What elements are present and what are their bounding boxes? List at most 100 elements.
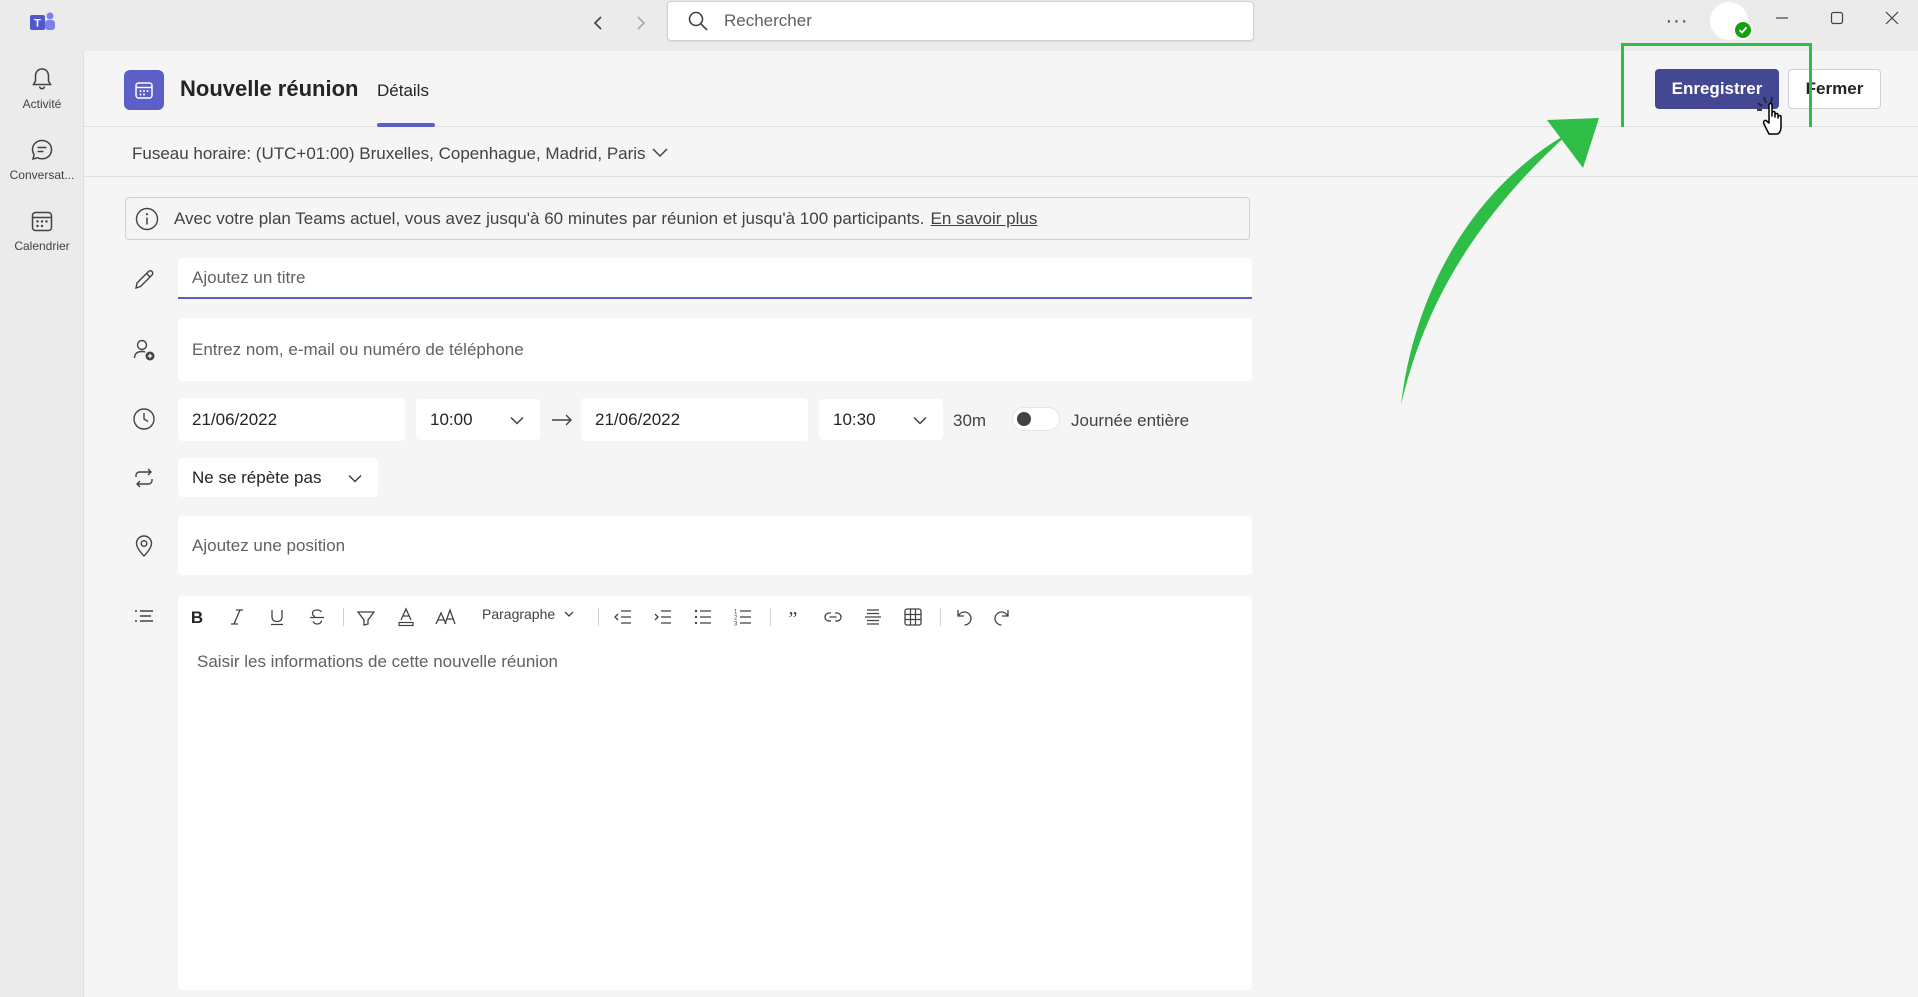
title-input[interactable]: Ajoutez un titre: [178, 258, 1252, 299]
font-size-button[interactable]: [433, 604, 459, 630]
back-button[interactable]: [586, 10, 612, 36]
formatting-toolbar: B Paragraphe 1 2 3 ”: [178, 596, 1252, 636]
location-pin-icon: [135, 535, 153, 557]
hand-cursor-icon: [1757, 96, 1782, 135]
presence-available-icon: [1733, 20, 1753, 40]
horizontal-line-button[interactable]: [860, 604, 886, 630]
attendees-placeholder: Entrez nom, e-mail ou numéro de téléphon…: [192, 339, 524, 359]
recurrence-value: Ne se répète pas: [192, 467, 322, 487]
link-icon: [824, 612, 842, 622]
tab-details[interactable]: Détails: [377, 81, 429, 101]
undo-button[interactable]: [950, 604, 976, 630]
svg-text:”: ”: [789, 608, 798, 627]
paragraph-style-dropdown[interactable]: Paragraphe: [482, 606, 575, 622]
arrow-right-icon: [552, 414, 572, 426]
start-date-picker[interactable]: 21/06/2022: [178, 398, 405, 441]
title-placeholder: Ajoutez un titre: [192, 267, 306, 287]
all-day-toggle[interactable]: [1012, 407, 1060, 431]
redo-icon: [994, 610, 1009, 626]
highlight-button[interactable]: [353, 604, 379, 630]
italic-icon: [231, 609, 243, 625]
increase-indent-button[interactable]: [650, 604, 676, 630]
chevron-down-icon: [510, 416, 524, 425]
pencil-icon: [135, 270, 154, 290]
chevron-down-icon: [564, 611, 574, 617]
calendar-icon: [31, 211, 53, 232]
svg-text:B: B: [191, 608, 203, 626]
close-icon: [1885, 11, 1899, 25]
decrease-indent-button[interactable]: [610, 604, 636, 630]
close-window-button[interactable]: [1877, 4, 1907, 32]
end-date-value: 21/06/2022: [595, 409, 681, 429]
attendees-input[interactable]: Entrez nom, e-mail ou numéro de téléphon…: [178, 318, 1252, 381]
numbered-list-icon: 123: [734, 610, 751, 627]
increase-indent-icon: [654, 610, 671, 624]
end-date-picker[interactable]: 21/06/2022: [581, 398, 808, 441]
bulleted-list-icon: [694, 609, 711, 625]
search-input[interactable]: Rechercher: [667, 1, 1254, 41]
svg-text:T: T: [34, 18, 41, 30]
forward-button[interactable]: [627, 10, 653, 36]
start-time-dropdown[interactable]: 10:00: [416, 399, 540, 440]
learn-more-link[interactable]: En savoir plus: [931, 209, 1038, 229]
bulleted-list-button[interactable]: [690, 604, 716, 630]
chevron-down-icon: [913, 416, 927, 425]
horizontal-line-icon: [865, 609, 881, 625]
highlighter-icon: [356, 611, 376, 626]
strikethrough-button[interactable]: [304, 604, 330, 630]
chevron-down-icon[interactable]: [650, 142, 670, 162]
end-time-value: 10:30: [833, 409, 876, 429]
app-rail: Activité Conversat... Calendrier: [0, 51, 84, 997]
info-icon: [135, 207, 159, 230]
toolbar-divider: [770, 608, 771, 626]
duration-label: 30m: [953, 411, 987, 430]
chat-icon: [31, 139, 53, 161]
rail-item-label: Activité: [22, 97, 62, 111]
more-options-button[interactable]: ···: [1662, 8, 1692, 34]
rail-item-chat[interactable]: Conversat...: [0, 130, 84, 192]
meeting-calendar-icon: [124, 70, 164, 110]
timezone-bar: Fuseau horaire: (UTC+01:00) Bruxelles, C…: [84, 127, 1918, 177]
strikethrough-icon: [310, 609, 324, 625]
underline-button[interactable]: [264, 604, 290, 630]
start-date-value: 21/06/2022: [192, 409, 278, 429]
font-color-button[interactable]: [393, 604, 419, 630]
quote-button[interactable]: ”: [780, 604, 806, 630]
rail-item-activity[interactable]: Activité: [0, 59, 84, 121]
editor-placeholder: Saisir les informations de cette nouvell…: [197, 652, 558, 671]
underline-icon: [271, 610, 283, 626]
table-button[interactable]: [900, 604, 926, 630]
rail-item-label: Calendrier: [14, 239, 70, 253]
search-icon: [688, 11, 708, 31]
end-time-dropdown[interactable]: 10:30: [819, 399, 943, 440]
chevron-right-icon: [637, 16, 646, 30]
italic-button[interactable]: [224, 604, 250, 630]
banner-text: Avec votre plan Teams actuel, vous avez …: [174, 208, 925, 228]
location-input[interactable]: Ajoutez une position: [178, 516, 1252, 575]
minimize-button[interactable]: [1767, 4, 1797, 32]
numbered-list-button[interactable]: 123: [730, 604, 756, 630]
annotation-arrow-icon: [1401, 118, 1599, 405]
add-person-icon: [133, 339, 155, 361]
bell-icon: [32, 68, 52, 90]
repeat-icon: [135, 468, 153, 488]
quote-icon: ”: [789, 608, 798, 627]
font-size-icon: [435, 608, 456, 625]
rail-item-label: Conversat...: [9, 168, 75, 182]
toolbar-divider: [598, 608, 599, 626]
redo-button[interactable]: [990, 604, 1016, 630]
chevron-down-icon: [348, 474, 362, 483]
link-button[interactable]: [820, 604, 846, 630]
maximize-button[interactable]: [1822, 4, 1852, 32]
table-icon: [904, 608, 922, 626]
recurrence-dropdown[interactable]: Ne se répète pas: [178, 458, 378, 497]
maximize-icon: [1830, 11, 1844, 25]
bold-button[interactable]: B: [184, 604, 210, 630]
font-color-icon: [398, 607, 414, 627]
meeting-details-editor[interactable]: B Paragraphe 1 2 3 ” Saisir les informat…: [178, 596, 1252, 990]
timezone-selector[interactable]: Fuseau horaire: (UTC+01:00) Bruxelles, C…: [132, 144, 646, 164]
toggle-knob: [1017, 412, 1031, 426]
rail-item-calendar[interactable]: Calendrier: [0, 201, 84, 263]
teams-logo-icon: T: [30, 12, 55, 30]
chevron-left-icon: [593, 16, 602, 30]
